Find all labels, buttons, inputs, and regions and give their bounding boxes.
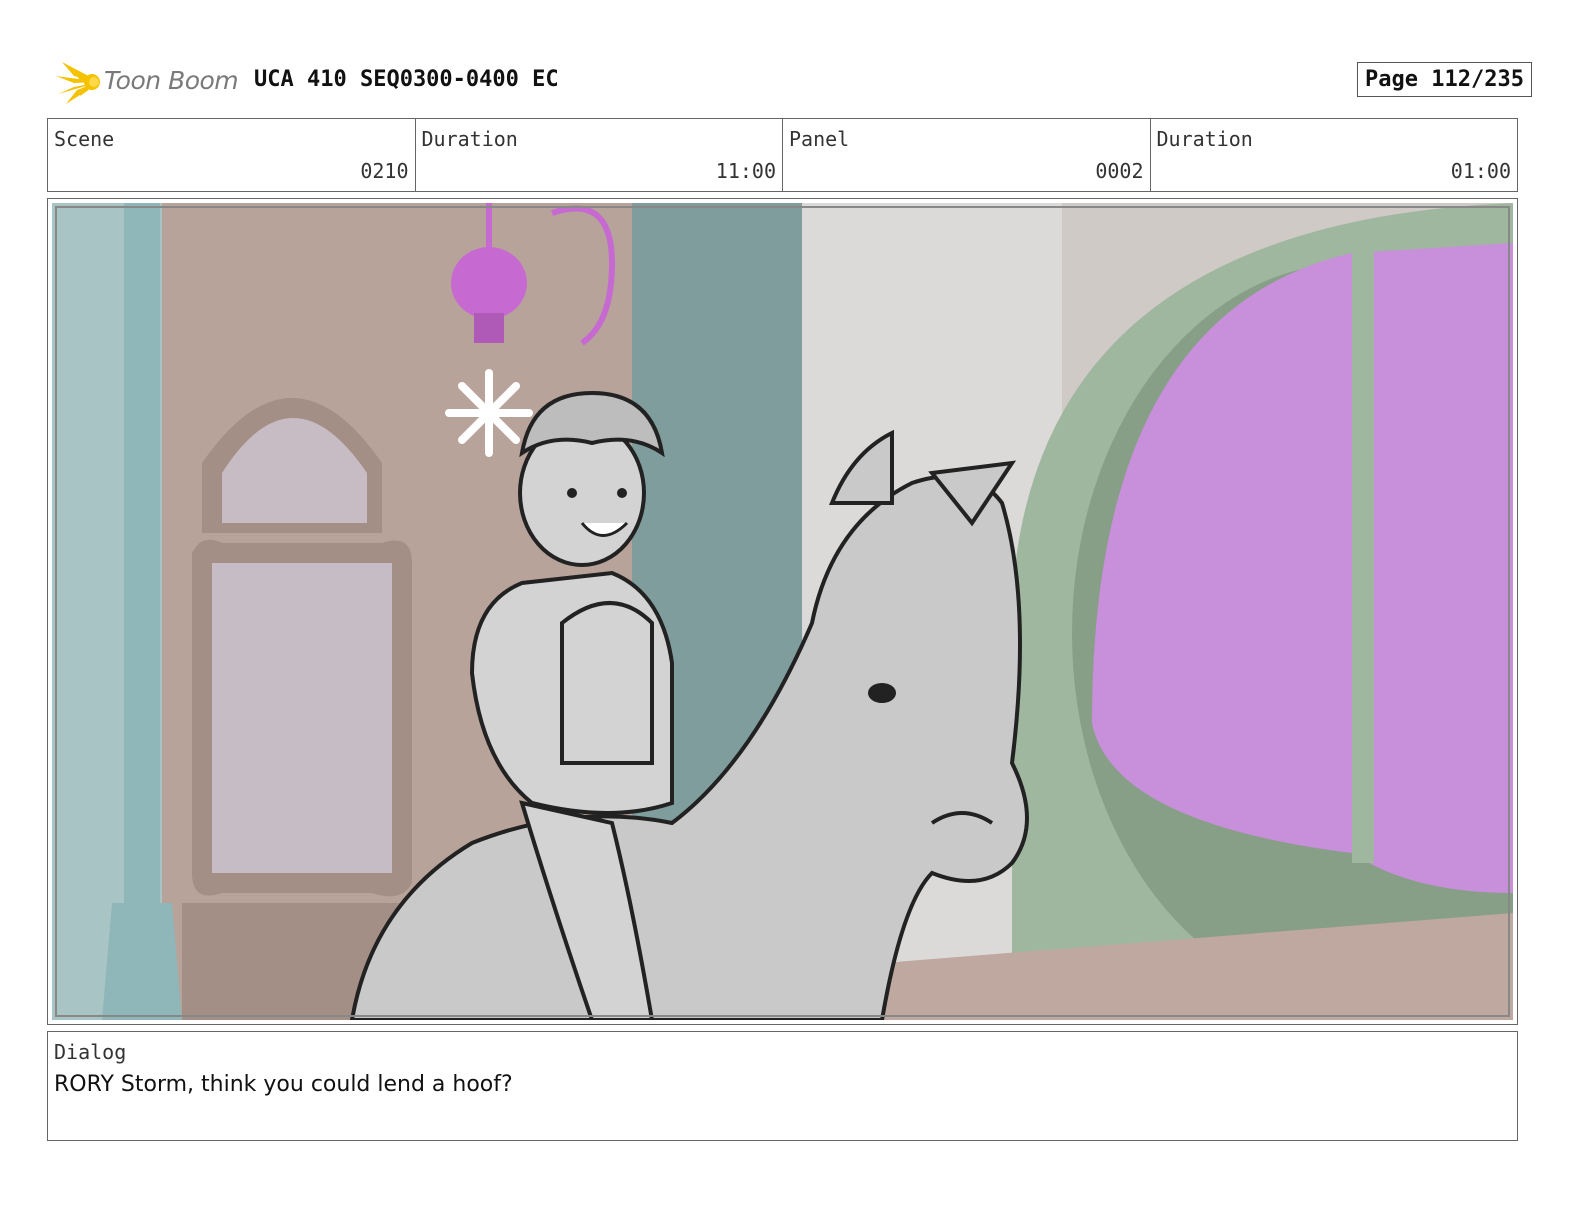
panel-duration-label: Duration xyxy=(1156,127,1253,151)
panel-duration-cell: Duration 01:00 xyxy=(1151,119,1518,191)
scene-value: 0210 xyxy=(360,159,409,183)
storyboard-panel xyxy=(47,198,1518,1025)
document-title: UCA 410 SEQ0300-0400 EC xyxy=(254,67,559,92)
sunburst-icon xyxy=(56,62,100,104)
dialog-text: RORY Storm, think you could lend a hoof? xyxy=(54,1072,513,1097)
scene-duration-label: Duration xyxy=(421,127,518,151)
panel-drawing xyxy=(52,203,1513,1020)
panel-label: Panel xyxy=(789,127,850,151)
page-header: Toon Boom UCA 410 SEQ0300-0400 EC Page 1… xyxy=(52,56,1532,108)
dialog-label: Dialog xyxy=(54,1040,127,1064)
scene-duration-value: 11:00 xyxy=(715,159,776,183)
panel-value: 0002 xyxy=(1095,159,1144,183)
scene-cell: Scene 0210 xyxy=(48,119,416,191)
dialog-box: Dialog RORY Storm, think you could lend … xyxy=(47,1031,1518,1141)
toon-boom-logo: Toon Boom xyxy=(52,56,242,108)
scene-label: Scene xyxy=(54,127,115,151)
panel-duration-value: 01:00 xyxy=(1450,159,1511,183)
panel-info-row: Scene 0210 Duration 11:00 Panel 0002 Dur… xyxy=(47,118,1518,192)
panel-cell: Panel 0002 xyxy=(783,119,1151,191)
logo-text: Toon Boom xyxy=(104,66,239,95)
page-number: Page 112/235 xyxy=(1357,62,1532,97)
scene-duration-cell: Duration 11:00 xyxy=(416,119,783,191)
